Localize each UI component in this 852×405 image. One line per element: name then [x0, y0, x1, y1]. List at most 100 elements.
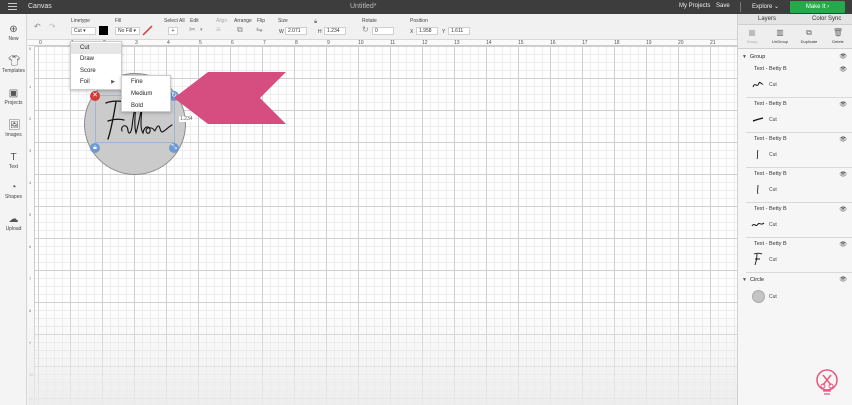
select-all-label: Select All	[164, 18, 185, 24]
linetype-value: Cut	[74, 28, 82, 34]
menu-item-fine[interactable]: Fine	[122, 77, 170, 88]
text-icon: T	[10, 152, 17, 163]
no-fill-swatch-icon[interactable]	[142, 25, 153, 36]
position-x-input[interactable]: 1.958	[416, 27, 438, 35]
layer-group-header[interactable]: ▼ Group 👁︎	[738, 53, 852, 62]
layers-tabs: Layers Color Sync	[738, 14, 852, 25]
layer-thumbnail	[752, 81, 764, 88]
my-projects-link[interactable]: My Projects	[679, 3, 710, 9]
explore-link[interactable]: Explore ⌄	[752, 3, 779, 10]
position-y-input[interactable]: 1.611	[448, 27, 470, 35]
size-label: Size	[278, 18, 288, 24]
ruler-tick: 3	[135, 40, 138, 46]
menu-item-draw[interactable]: Draw	[71, 54, 121, 65]
lock-handle-icon[interactable]: 🔒︎	[90, 143, 100, 153]
sidebar-item-shapes[interactable]: ◔ Shapes	[0, 182, 27, 200]
sidebar-item-text[interactable]: T Text	[0, 152, 27, 170]
layer-row[interactable]: Text - Betty B 👁︎ Cut	[746, 64, 852, 98]
layer-circle-header[interactable]: ▼ Circle 👁︎	[738, 276, 852, 285]
sidebar-item-projects[interactable]: ▣ Projects	[0, 88, 27, 106]
layer-type: Cut	[769, 187, 777, 193]
ruler-tick: 7	[29, 276, 32, 281]
topbar-divider	[740, 2, 741, 12]
layer-name: Text - Betty B	[754, 101, 787, 107]
eye-icon[interactable]: 👁︎	[839, 101, 847, 108]
delete-button[interactable]: 🗑︎ Delete	[824, 28, 852, 44]
sidebar-item-images[interactable]: 🖼︎ Images	[0, 120, 27, 138]
ruler-tick: 6	[231, 40, 234, 46]
eye-icon[interactable]: 👁︎	[839, 136, 847, 143]
position-label: Position	[410, 18, 428, 24]
flip-label: Flip	[257, 18, 266, 24]
ungroup-label: UnGroup	[771, 39, 789, 44]
menu-item-bold[interactable]: Bold	[122, 101, 170, 112]
eye-icon[interactable]: 👁︎	[839, 66, 847, 73]
make-it-button[interactable]: Make It ›	[790, 1, 845, 13]
flip-icon[interactable]: ⇋	[256, 26, 263, 34]
width-input[interactable]: 2.071	[285, 27, 307, 35]
layer-row[interactable]: Text - Betty B 👁︎ Cut	[746, 204, 852, 238]
save-link[interactable]: Save	[716, 3, 730, 9]
scale-handle-icon[interactable]: ⤡	[169, 143, 179, 153]
rotate-input[interactable]: 0	[372, 27, 394, 35]
linetype-color-swatch[interactable]	[99, 26, 108, 35]
image-icon: 🖼︎	[8, 120, 21, 131]
menu-icon[interactable]	[8, 3, 17, 11]
tab-color-sync[interactable]: Color Sync	[812, 16, 841, 22]
height-label: H	[318, 29, 322, 35]
caret-down-icon: ▼	[742, 277, 747, 283]
layer-type: Cut	[769, 117, 777, 123]
sidebar-item-label: Upload	[5, 226, 22, 232]
align-icon[interactable]: ≡	[216, 26, 221, 34]
tab-layers[interactable]: Layers	[758, 16, 776, 22]
menu-item-cut[interactable]: Cut	[71, 43, 121, 54]
duplicate-button[interactable]: ⧉ Duplicate	[795, 28, 823, 44]
arrange-icon[interactable]: ⧉	[237, 26, 243, 34]
sidebar-item-templates[interactable]: 👕︎ Templates	[0, 56, 27, 74]
select-all-button[interactable]: +	[168, 27, 178, 35]
menu-item-foil[interactable]: Foil ▶	[71, 77, 121, 88]
brand-logo	[816, 369, 838, 395]
layer-name: Text - Betty B	[754, 206, 787, 212]
layer-row[interactable]: Text - Betty B 👁︎ Cut	[746, 239, 852, 273]
scissors-icon[interactable]: ✂	[189, 26, 196, 34]
menu-item-medium[interactable]: Medium	[122, 89, 170, 100]
chevron-right-icon: ›	[827, 4, 830, 10]
ruler-tick: 20	[678, 40, 684, 46]
eye-icon[interactable]: 👁︎	[839, 276, 847, 285]
edit-dropdown-icon[interactable]: ▾	[200, 26, 203, 34]
height-input[interactable]: 1.234	[324, 27, 346, 35]
sidebar-item-upload[interactable]: ☁ Upload	[0, 214, 27, 232]
fill-select[interactable]: No Fill ▾	[115, 27, 140, 35]
menu-item-score[interactable]: Score	[71, 66, 121, 77]
edit-toolbar: ↶ ↷ Linetype Cut ▾ Fill No Fill ▾ Select…	[0, 14, 737, 40]
ruler-tick: 11	[390, 40, 396, 46]
eye-icon[interactable]: 👁︎	[839, 241, 847, 248]
lock-icon[interactable]: 🔒︎	[314, 18, 317, 26]
layer-thumbnail	[757, 184, 759, 195]
group-button[interactable]: ▦ Group	[738, 28, 766, 44]
ruler-tick: 4	[29, 180, 32, 185]
layer-thumbnail	[751, 222, 765, 227]
eye-icon[interactable]: 👁︎	[839, 171, 847, 178]
layer-row[interactable]: Cut	[746, 286, 852, 320]
undo-icon[interactable]: ↶	[34, 23, 41, 31]
ruler-tick: 11	[29, 396, 34, 401]
ungroup-button[interactable]: ▥ UnGroup	[766, 28, 794, 44]
layer-actions: ▦ Group ▥ UnGroup ⧉ Duplicate 🗑︎ Delete	[738, 25, 852, 49]
delete-handle-icon[interactable]: ✕	[90, 91, 100, 101]
pos-x-label: X	[410, 29, 414, 35]
redo-icon[interactable]: ↷	[49, 23, 56, 31]
ruler-tick: 14	[486, 40, 492, 46]
layer-name: Text - Betty B	[754, 241, 787, 247]
document-title[interactable]: Untitled*	[350, 3, 376, 10]
layer-row[interactable]: Text - Betty B 👁︎ Cut	[746, 169, 852, 203]
layer-type: Cut	[769, 82, 777, 88]
linetype-dropdown: Cut Draw Score Foil ▶	[70, 41, 122, 90]
eye-icon[interactable]: 👁︎	[839, 206, 847, 213]
linetype-select[interactable]: Cut ▾	[71, 27, 96, 35]
layer-row[interactable]: Text - Betty B 👁︎ Cut	[746, 134, 852, 168]
eye-icon[interactable]: 👁︎	[839, 53, 847, 62]
sidebar-item-new[interactable]: ⊕ New	[0, 24, 27, 42]
layer-row[interactable]: Text - Betty B 👁︎ Cut	[746, 99, 852, 133]
